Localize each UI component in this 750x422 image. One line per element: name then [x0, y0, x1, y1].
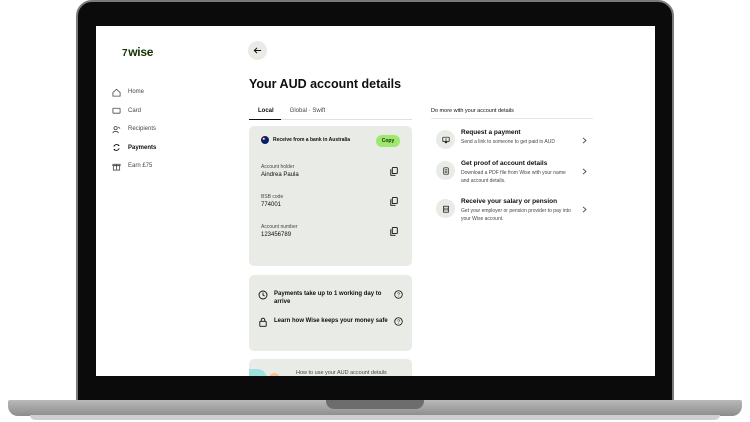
- laptop-frame: 7wise Home Card Recipients Payments Earn…: [0, 0, 750, 422]
- sidebar-item-label: Home: [128, 89, 145, 96]
- field-label: Account holder: [261, 164, 295, 170]
- logo-flag-mark: 7: [122, 48, 128, 59]
- field-value: Aindrea Paula: [261, 172, 299, 178]
- info-text: Learn how Wise keeps your money safe: [274, 318, 388, 324]
- sidebar-item-payments[interactable]: Payments: [112, 139, 156, 158]
- proof-of-details-item[interactable]: Get proof of account details Download a …: [436, 160, 587, 185]
- item-description: Download a PDF file from Wise with your …: [461, 170, 566, 184]
- tab-local[interactable]: Local: [249, 106, 281, 120]
- sidebar-item-recipients[interactable]: Recipients: [112, 120, 156, 139]
- copy-icon[interactable]: [390, 167, 398, 176]
- bsb-code-field: BSB code 774001: [261, 194, 283, 208]
- chevron-right-icon: [582, 206, 587, 213]
- item-title: Request a payment: [461, 129, 521, 136]
- app-screen: 7wise Home Card Recipients Payments Earn…: [96, 26, 655, 376]
- field-label: BSB code: [261, 194, 284, 200]
- bank-icon: [436, 199, 455, 218]
- field-value: 774001: [261, 202, 282, 208]
- copy-icon[interactable]: [390, 197, 398, 206]
- sidebar-item-card[interactable]: Card: [112, 102, 156, 121]
- how-to-card[interactable]: How to use your AUD account details: [249, 359, 412, 376]
- request-payment-item[interactable]: Request a payment Send a link to someone…: [436, 129, 587, 149]
- field-value: 123456789: [261, 232, 292, 238]
- payments-icon: [112, 143, 121, 152]
- arrow-left-icon: [253, 47, 262, 54]
- chevron-right-icon: [582, 137, 587, 144]
- home-icon: [112, 88, 121, 97]
- info-row-money-safe[interactable]: Learn how Wise keeps your money safe ?: [258, 317, 404, 327]
- sidebar-item-home[interactable]: Home: [112, 83, 156, 102]
- lock-icon: [259, 317, 267, 327]
- page-title: Your AUD account details: [249, 77, 402, 91]
- document-icon: [436, 161, 455, 180]
- info-text: Payments take up to 1 working day to arr…: [274, 291, 382, 305]
- receive-label: Receive from a bank in Australia: [273, 137, 351, 143]
- help-icon[interactable]: ?: [394, 317, 403, 326]
- sidebar-item-label: Recipients: [128, 126, 157, 133]
- info-row-processing-time[interactable]: Payments take up to 1 working day to arr…: [258, 290, 404, 306]
- how-to-text: How to use your AUD account details: [296, 370, 387, 376]
- account-holder-field: Account holder Aindrea Paula: [261, 164, 299, 178]
- field-label: Account number: [261, 224, 298, 230]
- item-description: Get your employer or pension provider to…: [461, 208, 571, 222]
- account-details-card: Receive from a bank in Australia Copy Ac…: [249, 126, 412, 266]
- sidebar-nav: Home Card Recipients Payments Earn £75: [112, 83, 156, 176]
- request-icon: [436, 130, 455, 149]
- tab-global-swift[interactable]: Global · Swift: [290, 106, 326, 120]
- illustration-shape: [249, 369, 267, 376]
- item-title: Receive your salary or pension: [461, 198, 558, 205]
- laptop-base-shadow: [30, 415, 720, 420]
- info-card: Payments take up to 1 working day to arr…: [249, 275, 412, 351]
- clock-icon: [258, 290, 268, 300]
- item-title: Get proof of account details: [461, 160, 548, 167]
- chevron-right-icon: [582, 168, 587, 175]
- copy-icon[interactable]: [390, 227, 398, 236]
- account-number-field: Account number 123456789: [261, 224, 297, 238]
- svg-text:?: ?: [397, 320, 400, 326]
- help-icon[interactable]: ?: [394, 290, 403, 299]
- wise-logo[interactable]: 7wise: [122, 45, 153, 59]
- sidebar-item-label: Payments: [128, 144, 157, 151]
- sidebar-item-label: Earn £75: [128, 163, 153, 170]
- logo-text: wise: [128, 45, 154, 59]
- illustration-shape: [269, 373, 280, 376]
- account-tabs: Local Global · Swift: [249, 106, 412, 120]
- sidebar-item-label: Card: [128, 107, 142, 114]
- item-description: Send a link to someone to get paid in AU…: [461, 139, 555, 145]
- gift-icon: [112, 162, 121, 171]
- more-section-title: Do more with your account details: [431, 108, 593, 119]
- card-icon: [112, 106, 121, 115]
- salary-pension-item[interactable]: Receive your salary or pension Get your …: [436, 198, 587, 223]
- laptop-notch: [326, 400, 424, 409]
- copy-all-button[interactable]: Copy: [376, 135, 400, 147]
- receive-header: Receive from a bank in Australia: [261, 136, 350, 144]
- back-button[interactable]: [248, 41, 267, 60]
- australia-flag-icon: [261, 136, 269, 144]
- svg-text:?: ?: [397, 293, 400, 299]
- recipients-icon: [112, 125, 121, 134]
- sidebar-item-earn[interactable]: Earn £75: [112, 157, 156, 176]
